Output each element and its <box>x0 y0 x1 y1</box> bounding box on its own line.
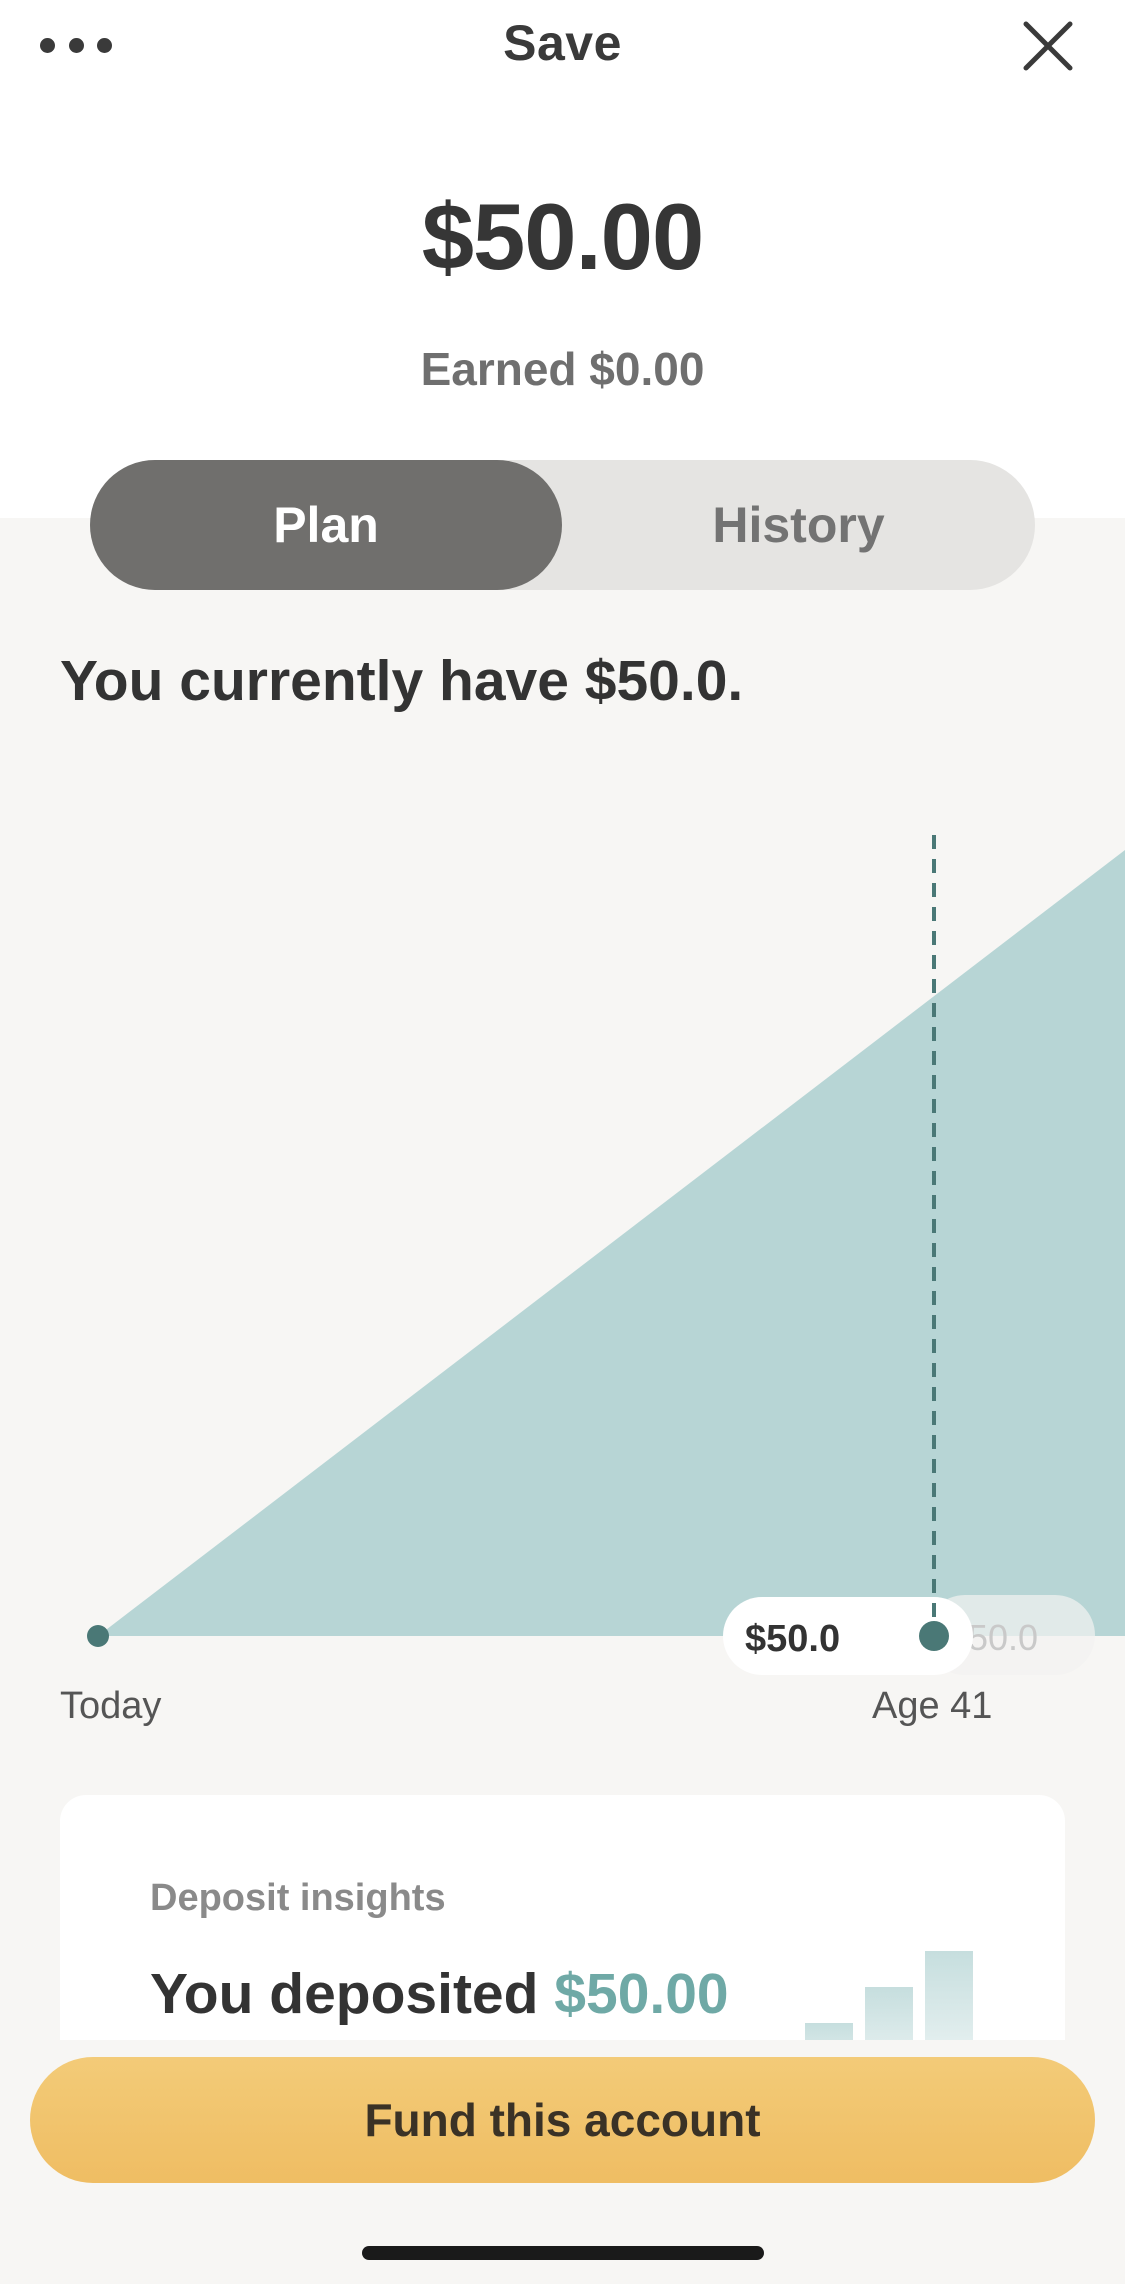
marker-point <box>919 1621 949 1651</box>
home-indicator <box>362 2246 764 2260</box>
tab-plan[interactable]: Plan <box>90 460 562 590</box>
plan-headline: You currently have $50.0. <box>60 649 744 713</box>
segmented-control: Plan History <box>90 460 1035 590</box>
fund-account-button[interactable]: Fund this account <box>30 2057 1095 2183</box>
earned-amount: Earned $0.00 <box>420 343 705 395</box>
insights-amount: $50.00 <box>554 1962 729 2026</box>
page-title: Save <box>503 15 622 71</box>
tab-history[interactable]: History <box>562 460 1035 590</box>
marker-value-label: $50.0 <box>745 1618 840 1660</box>
insights-title: Deposit insights <box>150 1877 446 1919</box>
x-tick-today: Today <box>60 1685 162 1727</box>
balance-amount: $50.00 <box>421 184 705 289</box>
close-icon[interactable] <box>1018 16 1078 76</box>
x-tick-age: Age 41 <box>872 1685 993 1727</box>
projection-chart: 50.0 $50.0 Today Age 41 <box>0 820 1125 1727</box>
faded-value-label: 50.0 <box>968 1617 1038 1658</box>
projection-area <box>98 850 1125 1636</box>
insights-prefix: You deposited <box>150 1962 539 2026</box>
insights-text: You deposited $50.00 <box>150 1961 729 2027</box>
start-point <box>87 1625 109 1647</box>
